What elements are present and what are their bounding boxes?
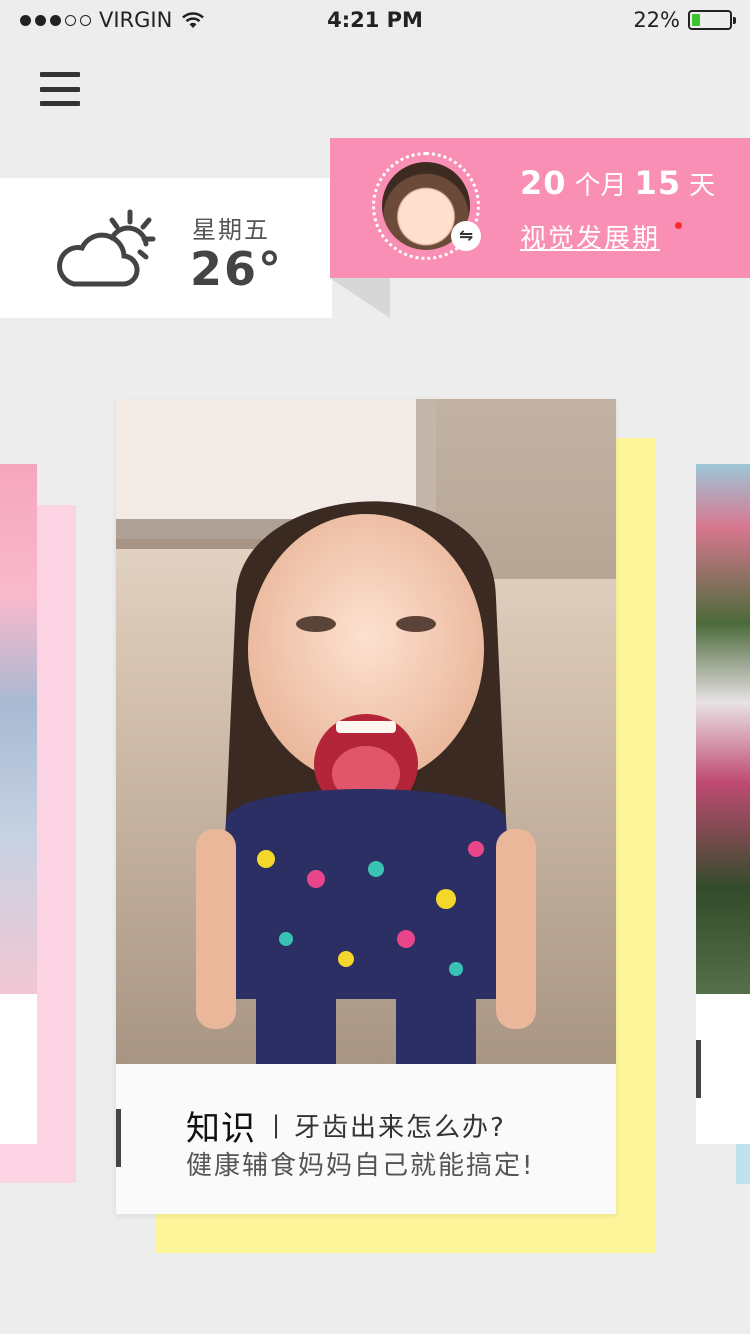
next-card-photo [696,464,750,994]
battery-status: 22% [633,8,736,32]
weekday-label: 星期五 [192,216,270,244]
article-category: 知识 [186,1109,256,1149]
card-accent-bar [116,1109,121,1167]
battery-icon [688,10,736,30]
baby-age: 20 个月 15 天 [520,164,715,202]
menu-line [40,101,80,106]
next-card[interactable] [696,464,750,1144]
age-days-unit: 天 [689,171,716,201]
menu-button[interactable] [40,72,80,106]
prev-card-photo [0,464,37,994]
status-bar: VIRGIN 4:21 PM 22% [0,0,750,40]
battery-percent: 22% [633,8,680,32]
notification-dot [675,222,682,229]
featured-article-card[interactable]: 知识 | 牙齿出来怎么办? 健康辅食妈妈自己就能搞定! [116,399,616,1214]
temperature: 26° [190,242,284,296]
age-days: 15 [634,164,682,202]
menu-line [40,72,80,77]
development-stage-link[interactable]: 视觉发展期 [520,218,660,255]
card-accent-bar [696,1040,701,1098]
switch-baby-icon[interactable]: ⇋ [451,221,481,251]
menu-line [40,86,80,92]
article-photo [116,399,616,1064]
article-subline: 健康辅食妈妈自己就能搞定! [186,1151,535,1181]
age-months-unit: 个月 [574,171,627,201]
article-headline: 牙齿出来怎么办? [294,1113,506,1143]
age-months: 20 [520,164,567,202]
title-separator: | [272,1111,281,1139]
partly-cloudy-icon [57,209,156,287]
prev-card[interactable] [0,464,37,1144]
battery-level [692,14,700,26]
card-fold-shadow [330,278,390,318]
